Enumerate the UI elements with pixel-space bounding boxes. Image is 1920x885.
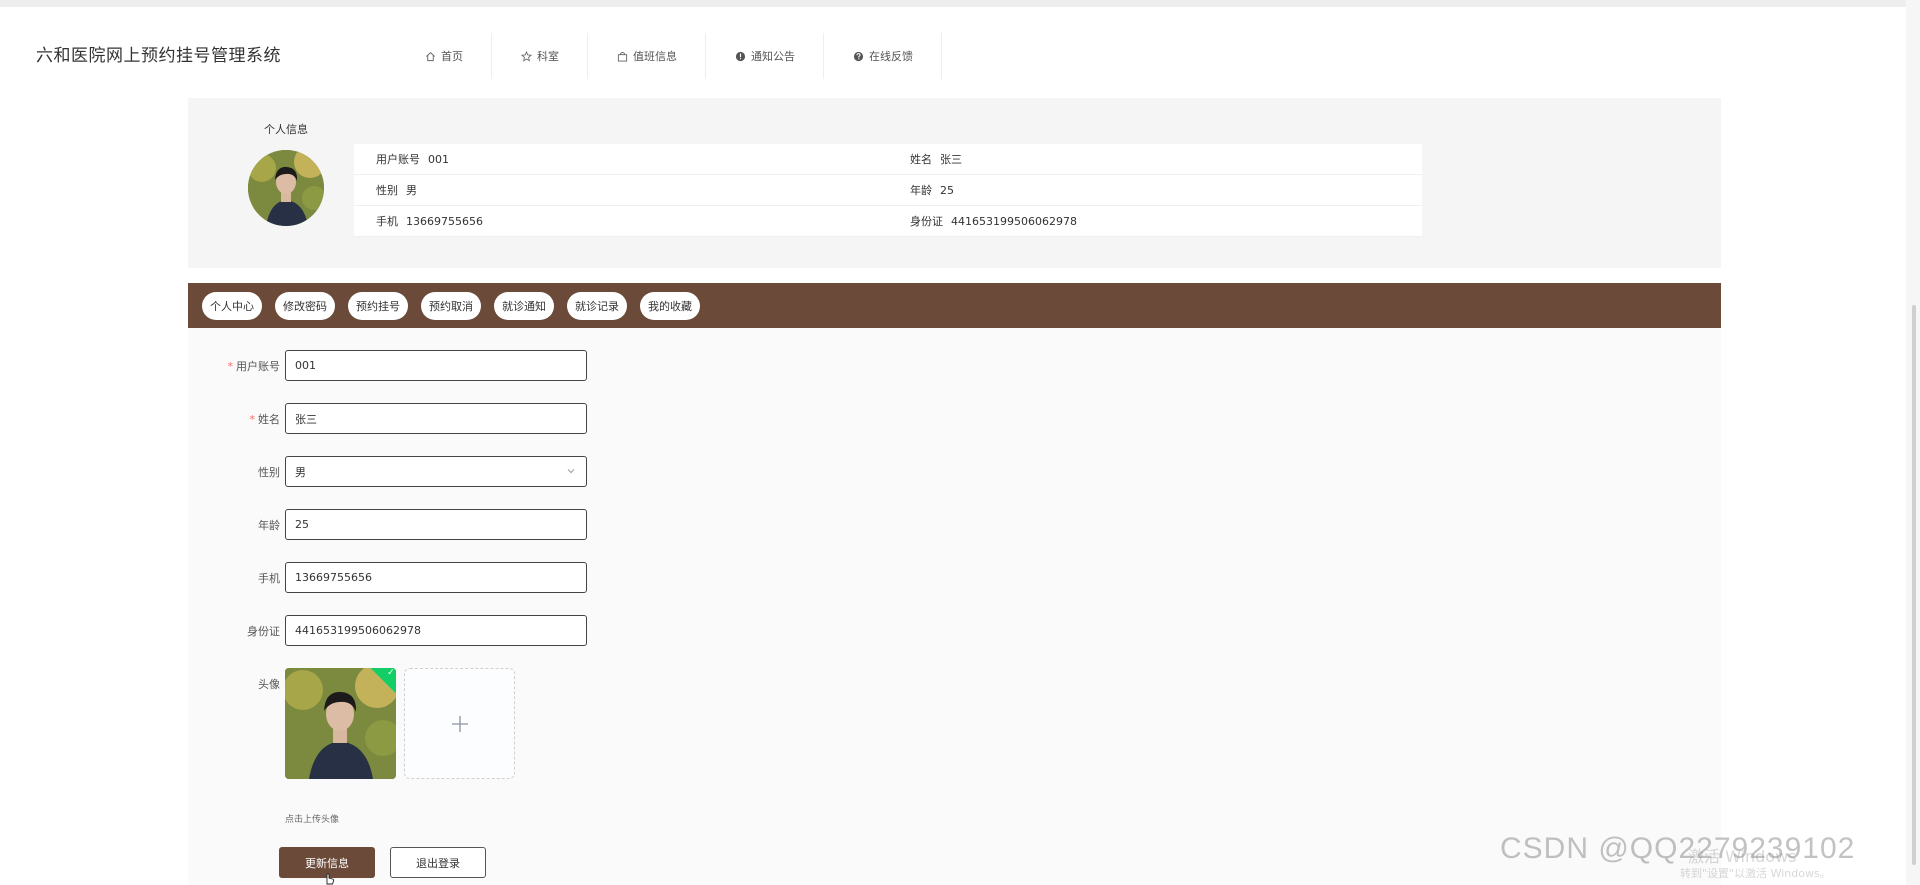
top-strip xyxy=(0,0,1920,7)
info-row: 手机 13669755656 身份证 441653199506062978 xyxy=(354,206,1422,237)
page-scrollbar[interactable] xyxy=(1906,0,1920,885)
idcard-input[interactable] xyxy=(285,615,587,646)
home-icon xyxy=(424,50,436,62)
main-nav: 首页 科室 值班信息 通知公告 在线反馈 xyxy=(396,33,942,79)
info-gender: 性别男 xyxy=(376,184,417,197)
account-label: * 用户账号 xyxy=(227,360,281,373)
info-account: 用户账号 001 xyxy=(376,153,449,166)
phone-label: 手机 xyxy=(258,572,280,585)
info-age: 年龄 25 xyxy=(910,184,954,197)
uploaded-avatar-thumb[interactable]: ✓ xyxy=(285,668,396,779)
tab-visit-records[interactable]: 就诊记录 xyxy=(567,291,627,320)
tab-appointment[interactable]: 预约挂号 xyxy=(348,291,408,320)
form-row-account: * 用户账号 xyxy=(188,350,888,382)
profile-form: *用户账号 *姓名 性别 年龄 手机 身份证 头像 xyxy=(188,328,1721,885)
bag-icon xyxy=(616,50,628,62)
form-row-phone: 手机 xyxy=(188,562,888,594)
star-icon xyxy=(520,50,532,62)
tab-visit-notice[interactable]: 就诊通知 xyxy=(494,291,554,320)
name-input[interactable] xyxy=(285,403,587,434)
scroll-thumb[interactable] xyxy=(1912,305,1916,865)
question-icon xyxy=(852,50,864,62)
nav-item-home[interactable]: 首页 xyxy=(396,33,492,79)
phone-input[interactable] xyxy=(285,562,587,593)
info-row: 用户账号 001 姓名 张三 xyxy=(354,144,1422,175)
plus-icon xyxy=(451,715,468,732)
profile-label: 个人信息 xyxy=(264,123,308,136)
nav-label: 通知公告 xyxy=(751,50,795,63)
nav-label: 值班信息 xyxy=(633,50,677,63)
nav-label: 首页 xyxy=(441,50,463,63)
info-icon xyxy=(734,50,746,62)
profile-info-table: 用户账号 001 姓名 张三 性别男 年龄 25 手机 13669755656 身份证 4… xyxy=(354,144,1422,237)
nav-item-duty[interactable]: 值班信息 xyxy=(588,33,706,79)
form-row-age: 年龄 xyxy=(188,509,888,541)
idcard-label: 身份证 xyxy=(247,625,280,638)
avatar-upload-button[interactable] xyxy=(404,668,515,779)
tab-personal-center[interactable]: 个人中心 xyxy=(202,291,262,320)
site-title: 六和医院网上预约挂号管理系统 xyxy=(36,46,281,66)
age-input[interactable] xyxy=(285,509,587,540)
nav-label: 科室 xyxy=(537,50,559,63)
nav-item-feedback[interactable]: 在线反馈 xyxy=(824,33,942,79)
upload-hint: 点击上传头像 xyxy=(285,815,340,825)
gender-select[interactable] xyxy=(285,456,587,487)
tab-cancel-appointment[interactable]: 预约取消 xyxy=(421,291,481,320)
info-phone: 手机 13669755656 xyxy=(376,215,483,228)
tab-change-password[interactable]: 修改密码 xyxy=(275,291,335,320)
avatar xyxy=(248,150,324,226)
windows-activation-title: 激活 Windows xyxy=(1688,847,1797,866)
form-row-idcard: 身份证 xyxy=(188,615,888,647)
profile-panel: 个人信息 用户账号 001 姓名 张三 性别男 年龄 25 手机 13669755656… xyxy=(188,98,1721,268)
hand-cursor-icon xyxy=(323,872,335,885)
nav-item-notice[interactable]: 通知公告 xyxy=(706,33,824,79)
tab-favorites[interactable]: 我的收藏 xyxy=(640,291,700,320)
check-icon: ✓ xyxy=(387,668,395,678)
nav-item-department[interactable]: 科室 xyxy=(492,33,588,79)
info-row: 性别男 年龄 25 xyxy=(354,175,1422,206)
account-input[interactable] xyxy=(285,350,587,381)
name-label: * 姓名 xyxy=(249,413,281,426)
logout-button[interactable]: 退出登录 xyxy=(390,847,486,878)
form-row-name: * 姓名 xyxy=(188,403,888,435)
csdn-watermark: CSDN @QQ2279239102 xyxy=(1500,832,1856,865)
site-header: 六和医院网上预约挂号管理系统 首页 科室 值班信息 通知公告 在线反馈 xyxy=(0,7,1906,95)
age-label: 年龄 xyxy=(258,519,280,532)
form-row-gender: 性别 xyxy=(188,456,888,488)
chevron-down-icon xyxy=(566,465,578,477)
user-tab-bar: 个人中心 修改密码 预约挂号 预约取消 就诊通知 就诊记录 我的收藏 xyxy=(188,283,1721,328)
windows-activation-sub: 转到"设置"以激活 Windows。 xyxy=(1680,867,1831,880)
avatar-label: 头像 xyxy=(258,678,280,691)
gender-label: 性别 xyxy=(258,466,280,479)
nav-label: 在线反馈 xyxy=(869,50,913,63)
info-idcard: 身份证 441653199506062978 xyxy=(910,215,1077,228)
info-name: 姓名 张三 xyxy=(910,153,962,166)
